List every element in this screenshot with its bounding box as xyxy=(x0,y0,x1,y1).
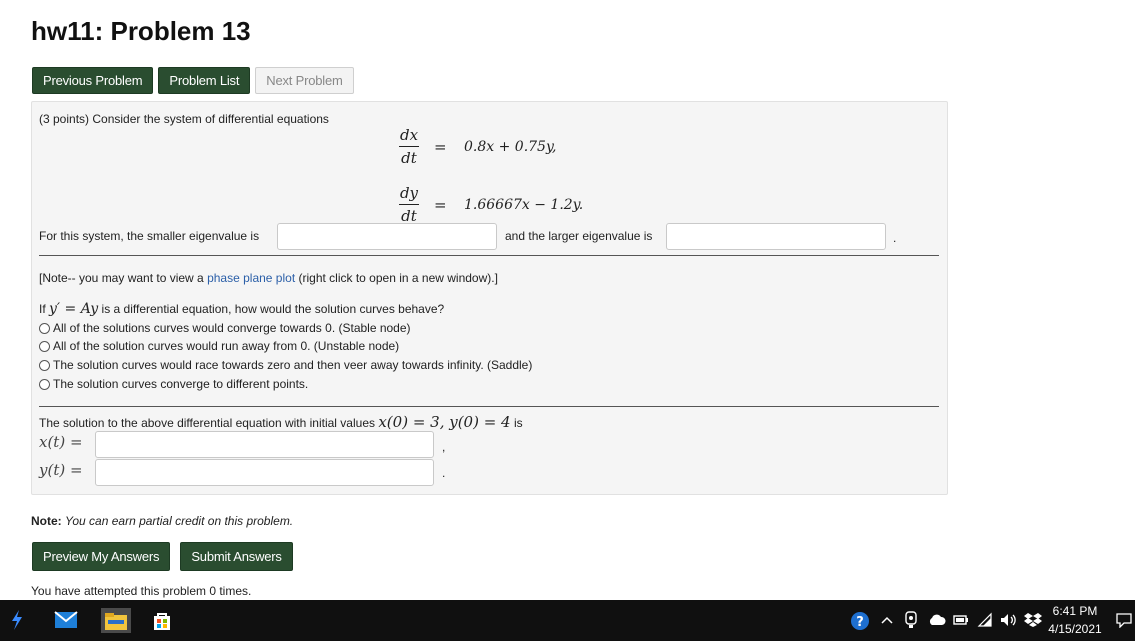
problem-list-button[interactable]: Problem List xyxy=(158,67,251,94)
eigenvalue-period: . xyxy=(893,231,897,245)
answer-actions: Preview My Answers Submit Answers xyxy=(32,542,293,571)
equation-2-equals: = xyxy=(434,196,447,214)
webcam-icon[interactable] xyxy=(904,610,918,630)
equation-2-numerator: dy xyxy=(399,184,419,202)
notification-icon[interactable] xyxy=(1115,611,1133,629)
taskbar: ? 6:41 PM 4/15/2021 xyxy=(0,600,1135,641)
larger-eigenvalue-input[interactable] xyxy=(666,223,886,250)
radio-button[interactable] xyxy=(39,378,50,390)
page-title: hw11: Problem 13 xyxy=(31,16,251,46)
equation-1-equals: = xyxy=(434,138,447,156)
wifi-icon[interactable] xyxy=(976,611,994,629)
cloud-icon[interactable] xyxy=(927,613,947,627)
previous-problem-button[interactable]: Previous Problem xyxy=(32,67,154,94)
preview-answers-button[interactable]: Preview My Answers xyxy=(32,542,171,571)
eigenvalue-prompt: For this system, the smaller eigenvalue … xyxy=(39,229,260,243)
option-unstable-node[interactable]: All of the solution curves would run awa… xyxy=(39,339,399,353)
radio-button[interactable] xyxy=(39,322,50,334)
x-solution-comma: , xyxy=(442,440,446,454)
phase-plane-note: [Note-- you may want to view a phase pla… xyxy=(39,271,498,285)
store-icon[interactable] xyxy=(150,609,174,632)
option-different-points[interactable]: The solution curves converge to differen… xyxy=(39,377,308,391)
mail-icon[interactable] xyxy=(53,609,79,631)
question-suffix: is a differential equation, how would th… xyxy=(101,302,445,316)
note-label: Note: xyxy=(31,514,62,528)
volume-icon[interactable] xyxy=(998,611,1020,629)
option-stable-node[interactable]: All of the solutions curves would conver… xyxy=(39,321,411,335)
divider xyxy=(39,406,939,407)
submit-answers-button[interactable]: Submit Answers xyxy=(180,542,293,571)
note-prefix: [Note-- you may want to view a xyxy=(39,271,204,285)
option-label: All of the solutions curves would conver… xyxy=(53,321,411,335)
clock-date: 4/15/2021 xyxy=(1048,622,1102,636)
equation-1-numerator: dx xyxy=(399,126,419,144)
next-problem-button[interactable]: Next Problem xyxy=(255,67,354,94)
option-label: The solution curves would race towards z… xyxy=(53,358,533,372)
radio-button[interactable] xyxy=(39,340,50,352)
equation-1-rhs: 0.8x + 0.75y, xyxy=(464,139,557,155)
equation-1-derivative: dx dt xyxy=(399,126,419,167)
ivp-prompt: The solution to the above differential e… xyxy=(39,413,523,431)
clock-time: 6:41 PM xyxy=(1052,604,1098,618)
attempt-count: You have attempted this problem 0 times. xyxy=(31,584,252,598)
divider xyxy=(39,255,939,256)
x-solution-input[interactable] xyxy=(95,431,434,458)
problem-body: (3 points) Consider the system of differ… xyxy=(31,101,948,495)
app-launcher-icon[interactable] xyxy=(6,608,28,632)
ivp-suffix: is xyxy=(513,416,523,430)
x-solution-label: x(t) = xyxy=(39,433,83,451)
equation-2-derivative: dy dt xyxy=(399,184,419,225)
svg-text:?: ? xyxy=(856,615,864,630)
option-saddle[interactable]: The solution curves would race towards z… xyxy=(39,358,532,372)
clock[interactable]: 6:41 PM 4/15/2021 xyxy=(1046,602,1104,638)
ivp-math: x(0) = 3, y(0) = 4 xyxy=(378,413,511,431)
option-label: The solution curves converge to differen… xyxy=(53,377,309,391)
equation-2-rhs: 1.66667x − 1.2y. xyxy=(464,197,584,213)
ivp-prefix: The solution to the above differential e… xyxy=(39,416,375,430)
note-suffix: (right click to open in a new window).] xyxy=(298,271,498,285)
larger-eigenvalue-prompt: and the larger eigenvalue is xyxy=(505,229,653,243)
problem-intro: (3 points) Consider the system of differ… xyxy=(39,112,329,126)
y-solution-period: . xyxy=(442,466,446,480)
help-icon[interactable]: ? xyxy=(849,610,871,632)
y-solution-label: y(t) = xyxy=(39,461,83,479)
option-label: All of the solution curves would run awa… xyxy=(53,339,400,353)
radio-button[interactable] xyxy=(39,359,50,371)
note-text: You can earn partial credit on this prob… xyxy=(65,514,294,528)
behavior-question: If y′ = Ay is a differential equation, h… xyxy=(39,301,444,317)
problem-navigation: Previous Problem Problem List Next Probl… xyxy=(32,67,354,94)
y-solution-input[interactable] xyxy=(95,459,434,486)
partial-credit-note: Note: You can earn partial credit on thi… xyxy=(31,514,293,528)
dropbox-icon[interactable] xyxy=(1023,610,1043,630)
file-explorer-icon[interactable] xyxy=(101,608,131,633)
phase-plane-plot-link[interactable]: phase plane plot xyxy=(207,271,295,285)
question-math: y′ = Ay xyxy=(49,301,99,317)
chevron-up-icon[interactable] xyxy=(880,612,894,628)
equation-1-denominator: dt xyxy=(401,149,417,167)
question-prefix: If xyxy=(39,302,46,316)
smaller-eigenvalue-input[interactable] xyxy=(277,223,497,250)
battery-icon[interactable] xyxy=(952,613,970,627)
